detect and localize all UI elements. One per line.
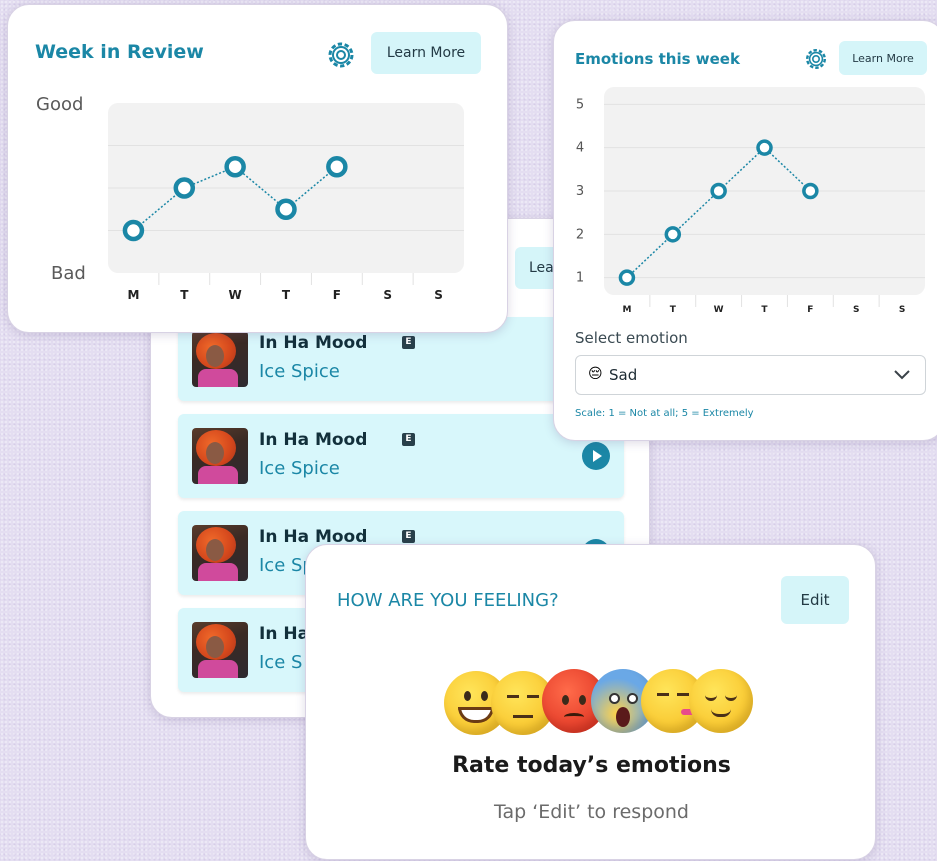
x-tick-label: W xyxy=(714,305,724,315)
x-tick-label: S xyxy=(853,305,859,315)
x-tick-label: T xyxy=(670,305,677,315)
how-are-you-feeling-card: HOW ARE YOU FEELING? Edit Rate today’s e… xyxy=(305,544,876,860)
sad-emoji-icon: 😔 xyxy=(588,366,603,382)
data-point xyxy=(664,226,682,243)
y-tick-label: 3 xyxy=(576,184,584,199)
selected-emotion: Sad xyxy=(609,366,638,384)
y-tick-label: 4 xyxy=(576,141,584,156)
data-point xyxy=(710,182,727,200)
track-title: In Ha Mood xyxy=(259,333,368,353)
y-label-bad: Bad xyxy=(51,263,86,284)
track-artist: Ice Spice xyxy=(259,458,340,479)
album-cover-image xyxy=(192,525,248,581)
week-in-review-card: Week in Review Learn More M T W T F S S Good Bad xyxy=(7,4,508,333)
rate-emotions-heading: Rate today’s emotions xyxy=(452,753,731,778)
tap-edit-hint: Tap ‘Edit’ to respond xyxy=(493,801,689,823)
select-emotion-label: Select emotion xyxy=(575,329,688,347)
album-cover-image xyxy=(192,331,248,387)
data-point xyxy=(326,156,348,178)
x-tick-label: F xyxy=(333,288,341,302)
x-tick-label: M xyxy=(127,288,139,302)
x-tick-label: W xyxy=(229,288,242,302)
y-tick-label: 1 xyxy=(576,271,584,286)
y-tick-label: 2 xyxy=(576,227,584,242)
x-tick-label: S xyxy=(434,288,443,302)
emotion-select[interactable]: 😔 Sad xyxy=(575,355,926,395)
data-point xyxy=(224,156,246,178)
x-tick-label: T xyxy=(761,305,768,315)
track-artist: Ice Spice xyxy=(259,361,340,382)
relieved-face-emoji xyxy=(689,669,753,733)
track-artist: Ice S xyxy=(259,652,303,673)
x-tick-label: T xyxy=(282,288,291,302)
album-cover-image xyxy=(192,622,248,678)
y-label-good: Good xyxy=(36,94,83,115)
x-tick-label: S xyxy=(899,305,905,315)
data-point xyxy=(802,182,819,200)
emotions-chart: M T W T F S S 1 2 3 4 5 xyxy=(576,87,925,315)
track-title: In Ha Mood xyxy=(259,430,368,450)
chevron-down-icon xyxy=(894,370,910,380)
explicit-badge: E xyxy=(402,433,415,446)
explicit-badge: E xyxy=(402,336,415,349)
scale-note: Scale: 1 = Not at all; 5 = Extremely xyxy=(575,408,754,419)
play-button[interactable] xyxy=(582,442,610,470)
emotions-this-week-card: Emotions this week Learn More MTWTFSS123… xyxy=(553,20,937,441)
track-title: In Ha xyxy=(259,624,310,644)
data-point xyxy=(173,177,196,199)
x-tick-label: T xyxy=(180,288,189,302)
y-tick-label: 5 xyxy=(576,97,584,112)
data-point xyxy=(756,139,773,156)
card-title: HOW ARE YOU FEELING? xyxy=(337,590,559,611)
data-point xyxy=(618,269,636,286)
x-tick-label: M xyxy=(622,305,631,315)
edit-button[interactable]: Edit xyxy=(781,576,849,624)
week-mood-chart: M T W T F S S Good Bad xyxy=(36,94,464,302)
album-cover-image xyxy=(192,428,248,484)
x-tick-label: S xyxy=(383,288,392,302)
data-point xyxy=(122,219,145,242)
data-point xyxy=(275,198,297,220)
explicit-badge: E xyxy=(402,530,415,543)
x-tick-label: F xyxy=(807,305,813,315)
